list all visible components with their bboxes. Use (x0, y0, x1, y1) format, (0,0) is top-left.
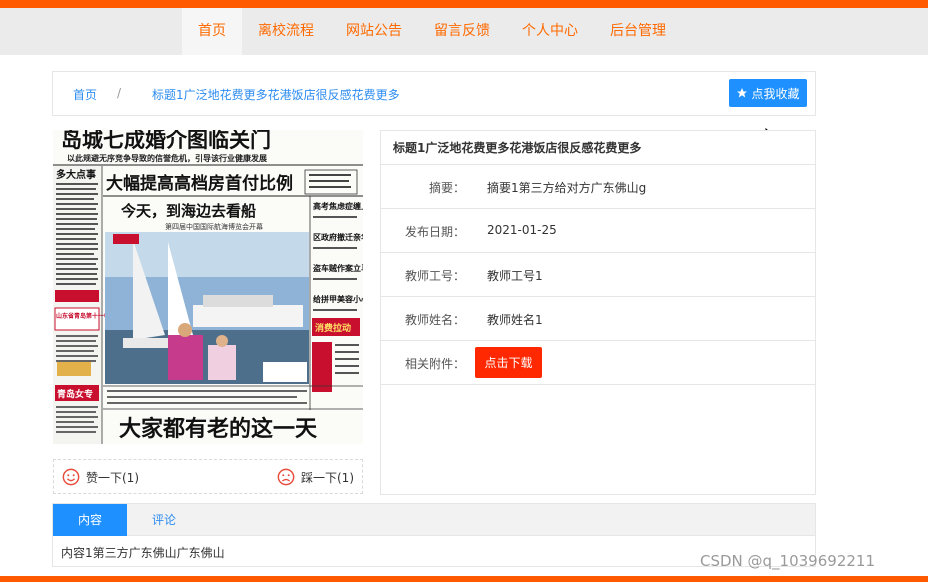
newspaper-side-item-1: 高考焦虑症缠上家长 (313, 201, 363, 211)
nav-item-announcements[interactable]: 网站公告 (330, 8, 418, 55)
breadcrumb-separator: / (117, 86, 122, 100)
nav-item-home[interactable]: 首页 (182, 8, 242, 55)
summary-label: 摘要： (428, 181, 465, 195)
newspaper-illustration: 岛城七成婚介图临关门 以此规避无序竞争导致的信誉危机，引导该行业健康发展 多大点… (53, 130, 363, 444)
breadcrumb-current[interactable]: 标题1广泛地花费更多花港饭店很反感花费更多 (152, 86, 400, 103)
nav-item-leave-process[interactable]: 离校流程 (242, 8, 330, 55)
like-count-label: 赞一下(1) (86, 470, 139, 485)
article-title: 标题1广泛地花费更多花港饭店很反感花费更多 (381, 131, 815, 165)
newspaper-side-item-2: 区政府撤迁亲华大楼 (313, 232, 363, 242)
tab-content[interactable]: 内容 (53, 504, 127, 536)
breadcrumb: 首页 / 标题1广泛地花费更多花港饭店很反感花费更多 点我收藏 (52, 71, 816, 116)
detail-row-teacher-id: 教师工号： 教师工号1 (381, 253, 815, 297)
teacher-id-value: 教师工号1 (487, 269, 543, 283)
newspaper-side-item-3: 盗车贼作案立马落网 (313, 263, 363, 273)
smile-face-icon (62, 468, 80, 486)
attachment-label: 相关附件： (404, 357, 465, 371)
detail-row-publish-date: 发布日期： 2021-01-25 (381, 209, 815, 253)
teacher-id-label: 教师工号： (404, 269, 465, 283)
tab-comments[interactable]: 评论 (127, 504, 201, 536)
dislike-count-label: 踩一下(1) (301, 470, 354, 485)
star-icon (737, 88, 748, 98)
download-button[interactable]: 点击下载 (475, 347, 542, 378)
like-dislike-bar: 赞一下(1) 踩一下(1) (53, 459, 363, 494)
nav-item-personal-center[interactable]: 个人中心 (506, 8, 594, 55)
newspaper-main-headline: 大幅提高高档房首付比例 (106, 173, 293, 194)
bottom-accent-stripe (0, 576, 928, 582)
nav-item-admin[interactable]: 后台管理 (594, 8, 682, 55)
tabs-header: 内容 评论 (53, 504, 815, 536)
newspaper-photo-subtitle: 第四届中国国际航海博览会开幕 (165, 222, 263, 231)
favorite-button[interactable]: 点我收藏 (729, 79, 807, 107)
dislike-button[interactable]: 踩一下(1) (277, 468, 354, 486)
teacher-name-value: 教师姓名1 (487, 313, 543, 327)
newspaper-side-item-4: 给拼甲美容小心毛病 (313, 294, 363, 304)
newspaper-headline-top: 岛城七成婚介图临关门 (61, 130, 271, 152)
nav-menu: 首页 离校流程 网站公告 留言反馈 个人中心 后台管理 (182, 8, 682, 55)
newspaper-red-label: 消费拉动 (315, 322, 351, 334)
article-cover-image: 岛城七成婚介图临关门 以此规避无序竞争导致的信誉危机，引导该行业健康发展 多大点… (53, 130, 363, 444)
publish-date-value: 2021-01-25 (487, 223, 557, 237)
detail-row-teacher-name: 教师姓名： 教师姓名1 (381, 297, 815, 341)
detail-row-attachment: 相关附件： 点击下载 (381, 341, 815, 385)
sad-face-icon (277, 468, 295, 486)
article-detail-panel: 标题1广泛地花费更多花港饭店很反感花费更多 摘要： 摘要1第三方给对方广东佛山g… (380, 130, 816, 495)
newspaper-photo-title: 今天，到海边去看船 (120, 202, 256, 220)
newspaper-subline: 以此规避无序竞争导致的信誉危机，引导该行业健康发展 (67, 153, 267, 163)
top-accent-stripe (0, 0, 928, 8)
detail-row-summary: 摘要： 摘要1第三方给对方广东佛山g (381, 165, 815, 209)
breadcrumb-home-link[interactable]: 首页 (73, 86, 97, 103)
publish-date-label: 发布日期： (404, 225, 465, 239)
summary-value: 摘要1第三方给对方广东佛山g (487, 181, 647, 195)
teacher-name-label: 教师姓名： (404, 313, 465, 327)
newspaper-bottom-headline: 大家都有老的这一天 (119, 416, 318, 442)
favorite-button-label: 点我收藏 (751, 86, 800, 101)
newspaper-left-block-2: 青岛女专 (57, 388, 93, 400)
nav-item-feedback[interactable]: 留言反馈 (418, 8, 506, 55)
top-navbar: 首页 离校流程 网站公告 留言反馈 个人中心 后台管理 (0, 8, 928, 55)
csdn-watermark: CSDN @q_1039692211 (700, 552, 875, 570)
like-button[interactable]: 赞一下(1) (62, 468, 139, 486)
newspaper-box-label: 多大点事 (56, 168, 96, 181)
